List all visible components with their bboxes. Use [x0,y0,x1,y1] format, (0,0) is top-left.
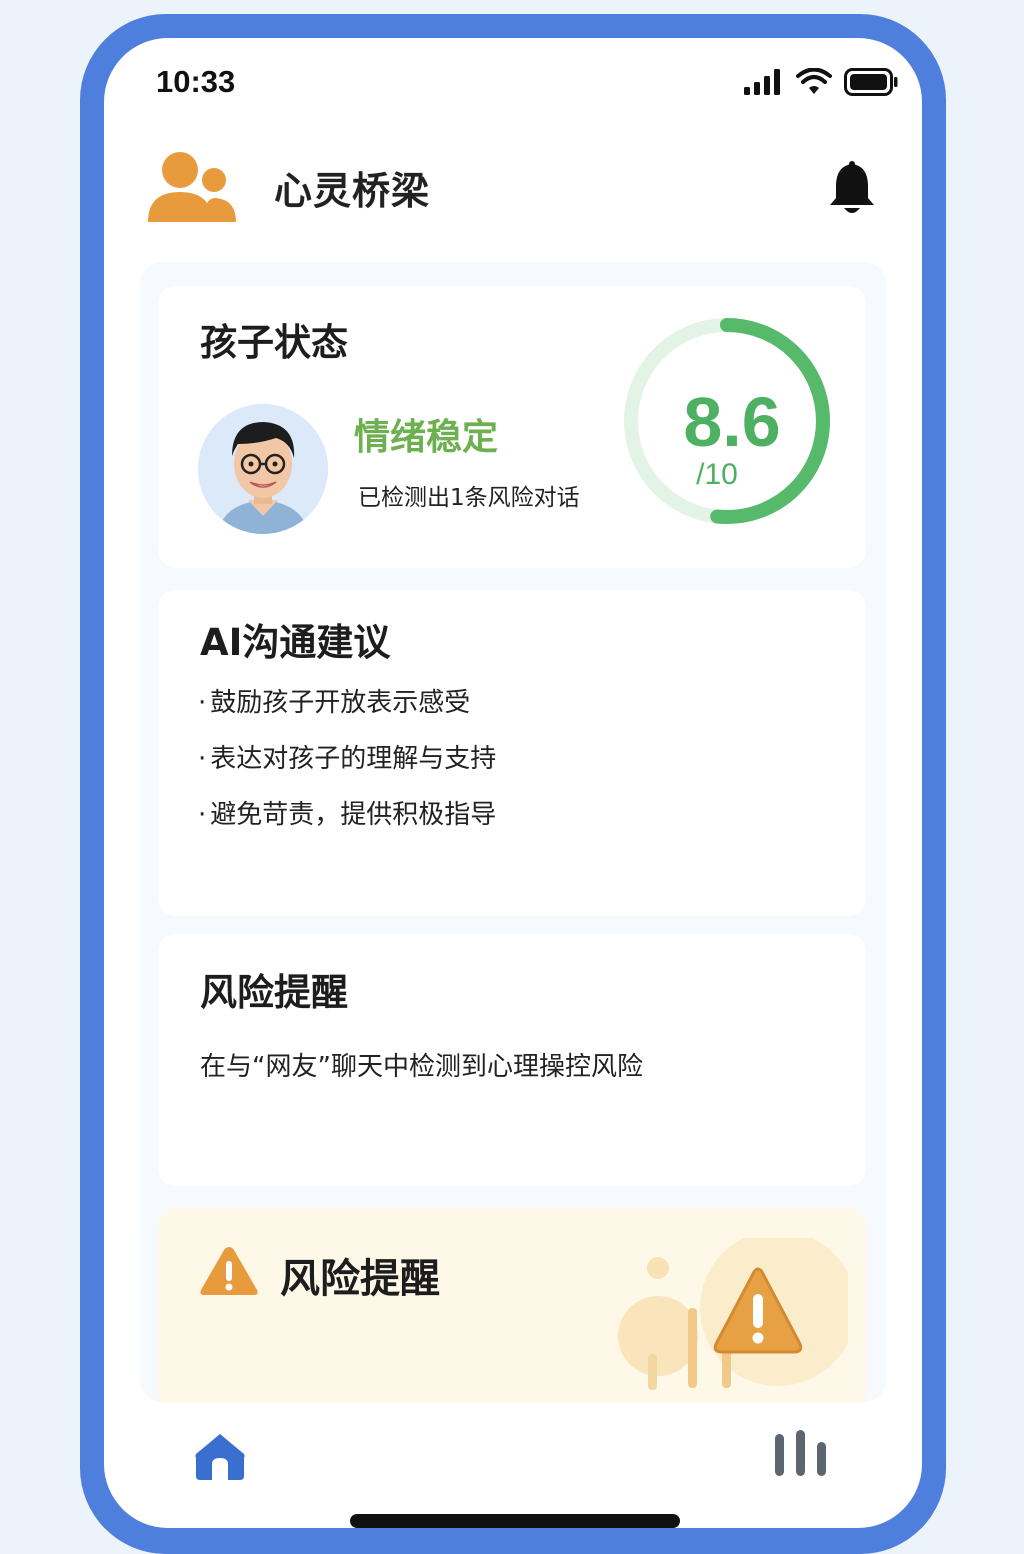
bell-icon[interactable] [826,160,878,216]
risk-count-text: 已检测出1条风险对话 [358,485,580,511]
home-icon[interactable] [194,1432,246,1482]
wifi-icon [796,68,832,94]
battery-icon [844,68,898,96]
advice-item: · 表达对孩子的理解与支持 [198,744,497,774]
risk-reminder-card[interactable]: 风险提醒 在与“网友”聊天中检测到心理操控风险 [158,934,866,1186]
card-title: 孩子状态 [200,321,348,364]
warning-card[interactable]: 风险提醒 [158,1208,866,1402]
score-value: 8.6 [683,383,781,461]
home-indicator [350,1514,680,1528]
status-time: 10:33 [156,64,236,99]
content-panel: 孩子状态 情绪稳定 已检测出1条风险对话 8.6 /10 AI沟通建议 · 鼓励… [140,262,886,1402]
card-title: AI沟通建议 [200,621,391,664]
warning-illustration [618,1238,848,1390]
advice-item: · 避免苛责，提供积极指导 [198,800,497,830]
advice-item: · 鼓励孩子开放表示感受 [198,688,471,718]
avatar [198,404,328,534]
card-title: 风险提醒 [200,971,348,1014]
warning-icon [200,1247,258,1295]
phone-screen: 10:33 心灵桥梁 孩子状态 情绪稳定 已检测出1条风险对话 8.6 /10 … [104,38,922,1528]
phone-frame: 10:33 心灵桥梁 孩子状态 情绪稳定 已检测出1条风险对话 8.6 /10 … [80,14,946,1554]
status-icons [744,68,898,96]
risk-text: 在与“网友”聊天中检测到心理操控风险 [200,1052,643,1082]
child-status-card[interactable]: 孩子状态 情绪稳定 已检测出1条风险对话 8.6 /10 [158,286,866,568]
warning-title: 风险提醒 [280,1256,440,1302]
score-max: /10 [696,458,738,491]
users-icon [148,152,236,222]
bar-chart-icon[interactable] [774,1430,828,1476]
signal-icon [744,69,780,95]
app-title: 心灵桥梁 [274,169,431,213]
mood-status: 情绪稳定 [354,417,499,458]
ai-advice-card[interactable]: AI沟通建议 · 鼓励孩子开放表示感受 · 表达对孩子的理解与支持 · 避免苛责，提供… [158,590,866,916]
